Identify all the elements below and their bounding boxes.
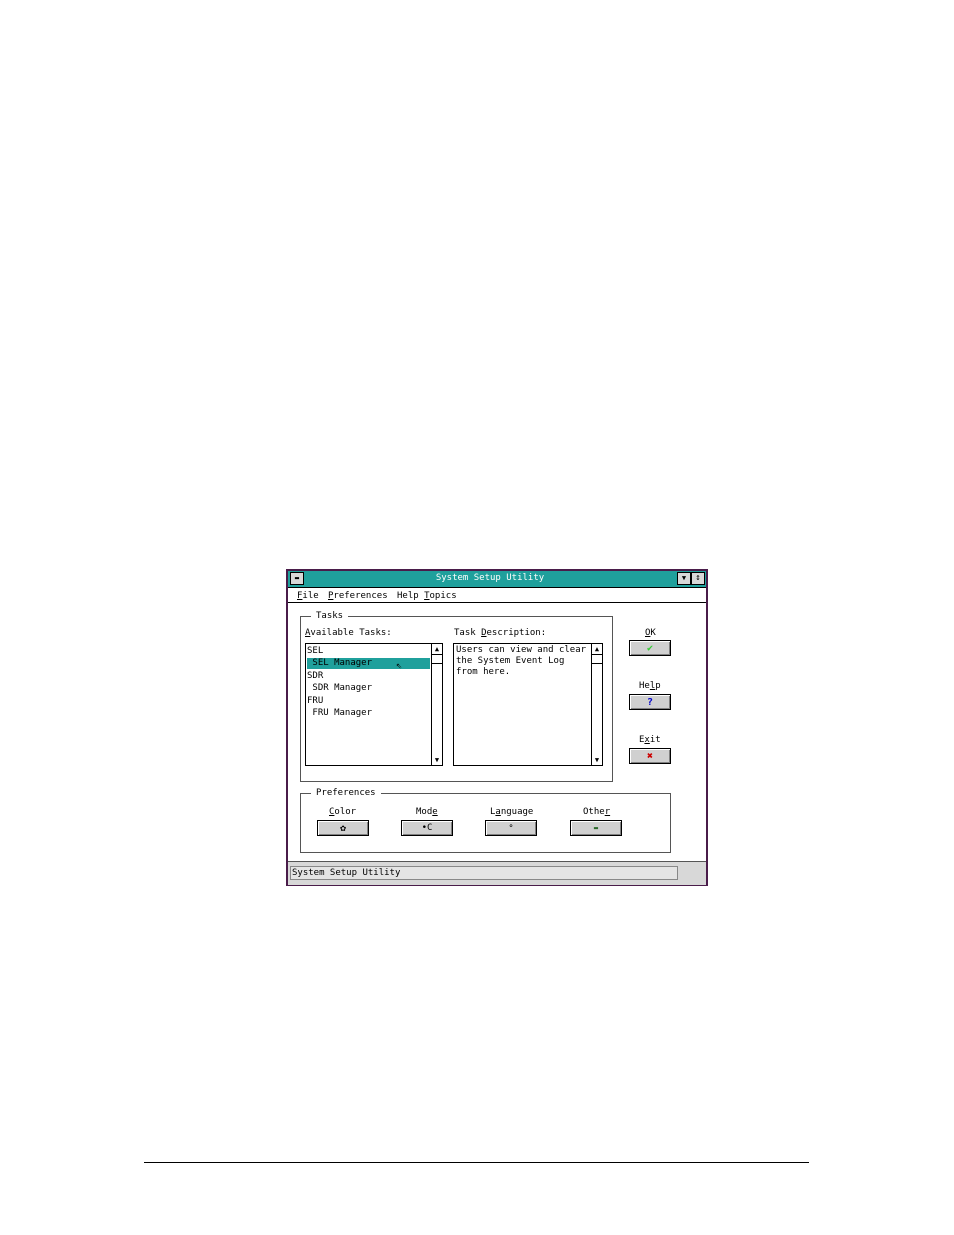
list-item-label: SEL Manager [307, 658, 373, 668]
menu-preferences-label: references [333, 591, 388, 601]
description-scrollbar[interactable]: ▲ ▼ [591, 644, 602, 765]
ok-button[interactable]: ✔ [629, 640, 671, 656]
dash-icon: ▬ [294, 574, 300, 582]
palette-icon: ✿ [339, 822, 347, 834]
help-label: Help [639, 681, 661, 691]
tasks-scrollbar[interactable]: ▲ ▼ [431, 644, 442, 765]
preferences-group-label: Preferences [311, 788, 381, 798]
other-button[interactable]: ▬ [570, 820, 622, 836]
task-description-label: Task Description: [454, 628, 546, 638]
mode-icon: •C [421, 823, 433, 833]
help-text: p [655, 681, 661, 691]
mode-mnemonic: e [432, 807, 438, 817]
list-item[interactable]: FRU [307, 696, 430, 707]
help-button[interactable]: ? [629, 694, 671, 710]
system-menu-button[interactable]: ▬ [290, 572, 304, 585]
other-mnemonic: r [604, 807, 611, 817]
updown-arrows-icon: ↕ [695, 573, 701, 583]
menu-help-topics-prefix: Help [397, 591, 425, 601]
scroll-thumb[interactable] [592, 654, 602, 664]
triangle-down-icon: ▼ [681, 574, 687, 582]
other-label: Other [583, 807, 610, 817]
available-tasks-label: Available Tasks: [305, 628, 392, 638]
list-item-label: SEL [307, 646, 324, 656]
mode-prefix: Mod [416, 807, 433, 817]
available-tasks-list[interactable]: SEL SEL Manager SDR SDR Manager FRU FRU … [305, 643, 443, 766]
exit-label: Exit [639, 735, 661, 745]
scroll-down-icon[interactable]: ▼ [592, 755, 602, 765]
scroll-thumb[interactable] [432, 654, 442, 664]
task-description-text: escription: [486, 628, 547, 638]
menu-bar: File Preferences Help Topics [288, 588, 706, 603]
ok-label: OK [645, 628, 656, 638]
scroll-up-icon[interactable]: ▲ [432, 644, 442, 654]
tasks-group-label: Tasks [311, 611, 349, 621]
exit-text: it [649, 735, 661, 745]
maximize-button[interactable]: ↕ [691, 572, 705, 585]
language-label: Language [490, 807, 533, 817]
language-text: nguage [500, 807, 534, 817]
list-item-label: SDR Manager [307, 683, 373, 693]
scroll-down-icon[interactable]: ▼ [432, 755, 442, 765]
question-icon: ? [646, 696, 654, 708]
menu-file-label: ile [302, 591, 319, 601]
list-item-label: SDR [307, 671, 324, 681]
color-button[interactable]: ✿ [317, 820, 369, 836]
minimize-button[interactable]: ▼ [677, 572, 691, 585]
title-bar[interactable]: ▬ System Setup Utility ▼ ↕ [288, 571, 706, 588]
language-icon: ᐤ [509, 822, 513, 834]
mode-button[interactable]: •C [401, 820, 453, 836]
check-icon: ✔ [646, 642, 654, 654]
preferences-group: Preferences Color ✿ Mode •C Language ᐤ O… [300, 788, 671, 853]
list-item-label: FRU [307, 696, 324, 706]
mouse-cursor-icon: ⇖ [396, 660, 403, 671]
task-description-box[interactable]: Users can view and clear the System Even… [453, 643, 603, 766]
footer-rule [144, 1162, 809, 1163]
exit-button[interactable]: ✖ [629, 748, 671, 764]
help-prefix: He [639, 681, 650, 691]
menu-file[interactable]: File [297, 591, 319, 601]
list-item-label: FRU Manager [307, 708, 373, 718]
list-item[interactable]: SDR Manager [307, 683, 430, 694]
mode-label: Mode [416, 807, 438, 817]
x-icon: ✖ [646, 750, 654, 762]
scroll-up-icon[interactable]: ▲ [592, 644, 602, 654]
other-icon: ▬ [593, 824, 599, 832]
color-text: olor [334, 807, 357, 817]
menu-preferences[interactable]: Preferences [328, 591, 388, 601]
language-button[interactable]: ᐤ [485, 820, 537, 836]
status-bar: System Setup Utility [288, 861, 706, 885]
window-title: System Setup Utility [435, 573, 545, 583]
list-item[interactable]: SEL [307, 646, 430, 657]
other-prefix: Othe [583, 807, 605, 817]
list-item-selected[interactable]: SEL Manager [307, 658, 430, 669]
menu-help-topics-label: opics [429, 591, 457, 601]
list-item[interactable]: FRU Manager [307, 708, 430, 719]
available-tasks-text: vailable Tasks: [310, 628, 392, 638]
task-description-prefix: Task [454, 628, 482, 638]
color-label: Color [329, 807, 356, 817]
system-setup-window: ▬ System Setup Utility ▼ ↕ File Preferen… [286, 569, 708, 886]
list-item[interactable]: SDR [307, 671, 430, 682]
status-text: System Setup Utility [290, 866, 678, 880]
task-description-content: Users can view and clear the System Even… [456, 645, 587, 677]
menu-help-topics[interactable]: Help Topics [397, 591, 457, 601]
ok-text: K [650, 628, 656, 638]
tasks-group: Tasks Available Tasks: Task Description:… [300, 611, 613, 782]
